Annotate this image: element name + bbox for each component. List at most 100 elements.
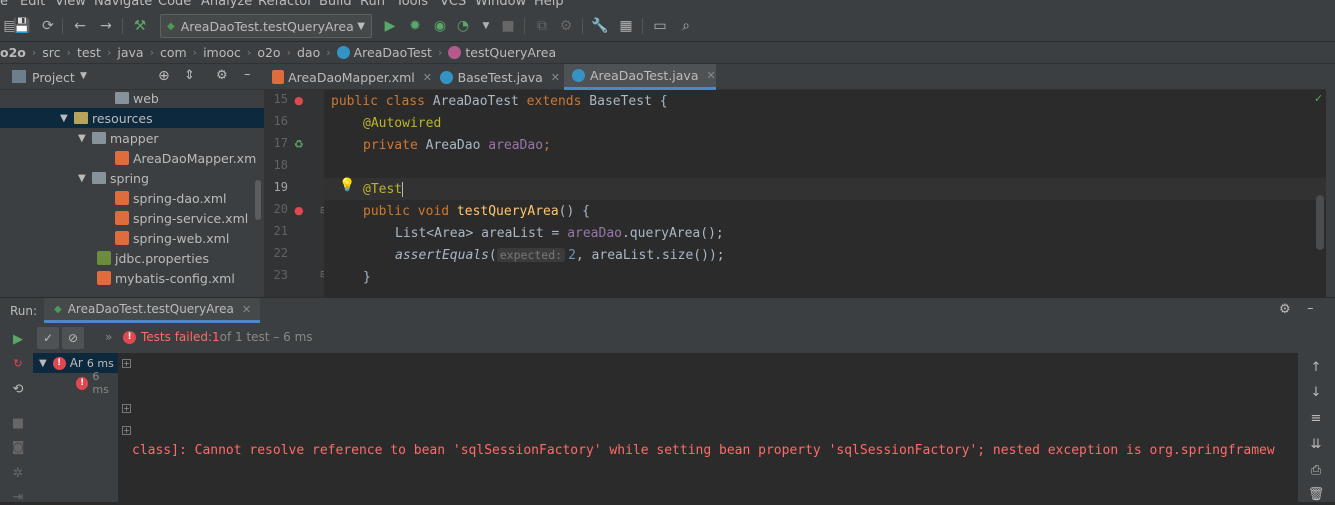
menu-vcs[interactable]: VCS [440,0,466,9]
rerun-failed-icon[interactable]: ↻ [10,355,26,371]
up-arrow-icon[interactable]: ↑ [1308,359,1324,375]
close-icon[interactable]: ✕ [551,71,560,84]
expand-arrow-icon[interactable]: ▼ [39,358,47,369]
expand-icon[interactable]: + [122,359,131,368]
expand-icon[interactable]: + [122,426,131,435]
stop-icon[interactable]: ■ [498,16,518,36]
export-icon[interactable]: ⇥ [10,489,26,505]
crumb-test[interactable]: test [77,45,101,60]
scroll-to-end-icon[interactable]: ⇊ [1308,436,1324,452]
code-editor[interactable]: public class AreaDaoTest extends BaseTes… [324,90,1326,297]
menu-code[interactable]: Code [158,0,191,9]
toggle-auto-test-icon[interactable]: ⟲ [10,381,26,397]
down-arrow-icon[interactable]: ↓ [1308,384,1324,400]
run-icon[interactable]: ▶ [380,16,400,36]
camera-icon[interactable]: ◙ [10,439,26,455]
error-icon: ! [52,356,66,370]
console-output[interactable]: + + + class]: Cannot resolve reference t… [118,353,1298,502]
back-icon[interactable]: ← [70,16,90,36]
menu-navigate[interactable]: Navigate [94,0,152,9]
tree-item-spring[interactable]: ▼ spring [0,168,264,188]
menu-refactor[interactable]: Refactor [258,0,313,9]
expand-arrow-icon[interactable]: ▼ [60,113,74,124]
crumb-java[interactable]: java [117,45,143,60]
run-configuration-select[interactable]: ◆ AreaDaoTest.testQueryArea ▼ [160,14,372,38]
expand-arrow-icon[interactable]: ▼ [78,133,92,144]
close-icon[interactable]: ✕ [706,69,715,82]
menu-build[interactable]: Build [319,0,352,9]
build-hammer-icon[interactable]: ⚒ [130,16,150,36]
menu-window[interactable]: Window [475,0,526,9]
project-structure-icon[interactable]: ▦ [616,16,636,36]
close-icon[interactable]: ✕ [423,71,432,84]
menu-tools[interactable]: Tools [396,0,428,9]
tree-item-jdbc-properties[interactable]: jdbc.properties [0,248,264,268]
crumb-dao[interactable]: dao [297,45,320,60]
tab-areadaomapper[interactable]: AreaDaoMapper.xml ✕ [264,64,432,90]
crumb-imooc[interactable]: imooc [203,45,241,60]
settings-wrench-icon[interactable]: 🔧 [590,16,610,36]
crumb-src[interactable]: src [42,45,60,60]
tree-item-spring-dao[interactable]: spring-dao.xml [0,188,264,208]
expand-icon[interactable]: + [122,404,131,413]
gear-icon[interactable]: ⚙ [1279,302,1291,317]
menu-analyze[interactable]: Analyze [201,0,252,9]
editor-scrollbar[interactable] [1316,195,1324,250]
forward-icon[interactable]: → [96,16,116,36]
tab-areadaotest[interactable]: AreaDaoTest.java ✕ [564,64,716,90]
sync-icon[interactable]: ⟳ [38,16,58,36]
tree-item-web[interactable]: web [0,90,264,108]
tree-item-resources[interactable]: ▼ resources [0,108,264,128]
run-test-method-icon[interactable]: ● [294,204,304,217]
soft-wrap-icon[interactable]: ≡ [1308,410,1324,426]
collapse-all-icon[interactable]: ⇕ [184,68,195,83]
crumb-com[interactable]: com [160,45,187,60]
rerun-icon[interactable]: ▶ [10,331,26,347]
settings-icon[interactable]: ✲ [10,465,26,481]
attach-debugger-icon[interactable]: ⧉ [532,16,552,36]
gear-icon[interactable]: ⚙ [216,68,228,83]
debug-icon[interactable]: ✹ [405,16,425,36]
tree-item-spring-web[interactable]: spring-web.xml [0,228,264,248]
hide-icon[interactable]: – [1307,301,1314,316]
menu-help[interactable]: Help [534,0,564,9]
lightbulb-icon[interactable]: 💡 [339,178,355,193]
tree-scrollbar[interactable] [255,180,261,220]
run-test-class-icon[interactable]: ● [294,94,304,107]
crumb-method[interactable]: testQueryArea [465,45,556,60]
project-view-select[interactable]: Project [32,70,75,85]
run-tab[interactable]: ◆ AreaDaoTest.testQueryArea ✕ [44,298,260,323]
tree-item-spring-service[interactable]: spring-service.xml [0,208,264,228]
show-ignored-toggle[interactable]: ⊘ [62,327,84,349]
hide-icon[interactable]: – [244,67,251,82]
menu-file[interactable]: e [0,0,8,9]
tab-basetest[interactable]: BaseTest.java ✕ [432,64,560,90]
chevron-down-icon[interactable]: ▼ [80,71,87,81]
test-node-method[interactable]: ! 6 ms [76,370,118,396]
more-run-dropdown-icon[interactable]: ▼ [476,16,496,36]
tree-item-areadaomapper[interactable]: AreaDaoMapper.xm [0,148,264,168]
reload-classes-icon[interactable]: ⚙ [556,16,576,36]
menu-run[interactable]: Run [360,0,385,9]
tree-item-mapper[interactable]: ▼ mapper [0,128,264,148]
crumb-project[interactable]: o2o [0,45,26,60]
save-all-icon[interactable]: 💾 [12,16,32,36]
trash-icon[interactable]: 🗑 [1308,486,1325,502]
search-icon[interactable]: ⌕ [676,16,696,36]
expand-more-icon[interactable]: » [105,330,112,344]
crumb-o2o[interactable]: o2o [257,45,280,60]
menu-edit[interactable]: Edit [20,0,45,9]
menu-view[interactable]: View [55,0,86,9]
terminal-icon[interactable]: ▭ [650,16,670,36]
tree-item-mybatis-config[interactable]: mybatis-config.xml [0,268,264,288]
close-icon[interactable]: ✕ [242,303,251,316]
show-passed-toggle[interactable]: ✓ [37,327,59,349]
crumb-class[interactable]: AreaDaoTest [354,45,432,60]
coverage-icon[interactable]: ◉ [430,16,450,36]
print-icon[interactable]: ⎙ [1308,462,1324,478]
expand-arrow-icon[interactable]: ▼ [78,173,92,184]
autowired-bean-icon[interactable]: ♻ [294,138,304,151]
stop-icon[interactable]: ■ [10,415,26,431]
profile-icon[interactable]: ◔ [453,16,473,36]
locate-icon[interactable]: ⊕ [158,68,170,84]
